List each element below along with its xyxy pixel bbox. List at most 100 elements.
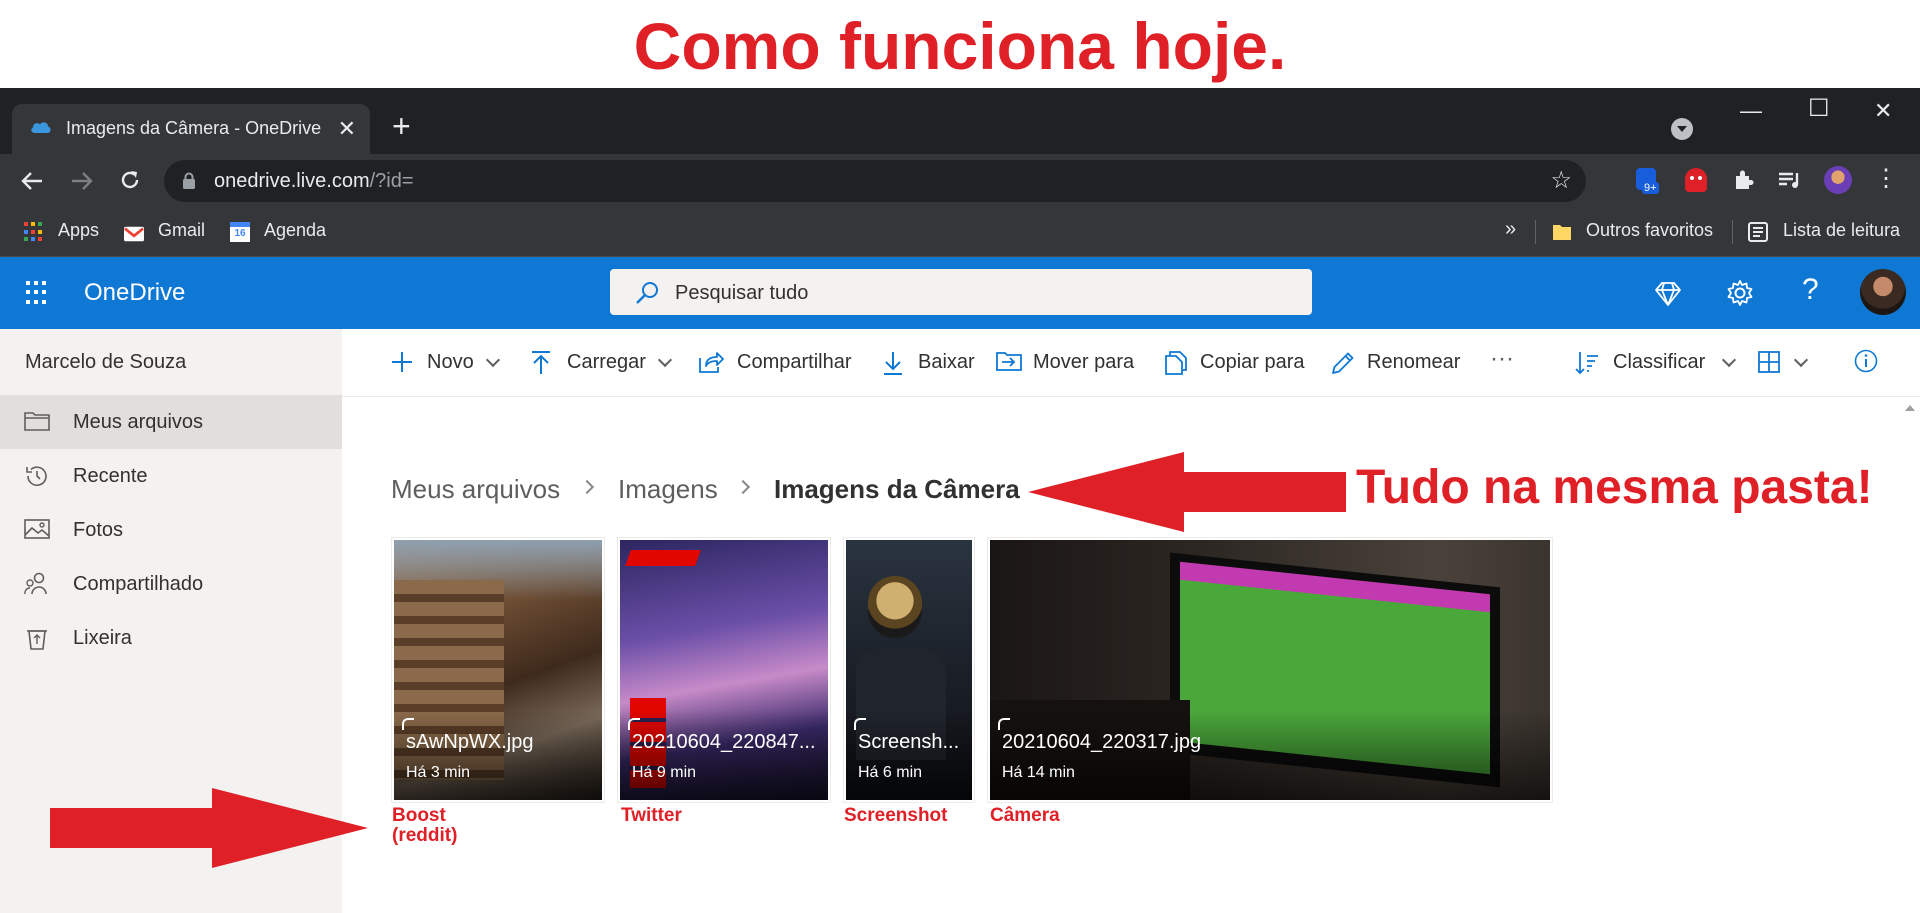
address-bar[interactable]: onedrive.live.com/?id= ☆ (164, 160, 1586, 202)
bookmark-star-icon[interactable]: ☆ (1550, 166, 1572, 195)
sync-spinner-icon (628, 718, 640, 730)
tab-search-dropdown-icon[interactable] (1671, 118, 1693, 140)
command-bar: Novo Carregar Compartilhar Baixar Mover … (342, 329, 1920, 397)
app-launcher-waffle-icon[interactable] (26, 281, 50, 305)
download-button[interactable]: Baixar (918, 351, 975, 374)
move-to-icon (996, 352, 1022, 371)
bookmark-agenda[interactable]: Agenda (264, 220, 326, 241)
breadcrumb-meus-arquivos[interactable]: Meus arquivos (391, 474, 560, 505)
extensions-puzzle-icon[interactable] (1730, 166, 1758, 194)
nav-item-fotos[interactable]: Fotos (0, 503, 342, 557)
share-icon (699, 352, 724, 373)
file-tile-20210604-220317[interactable]: 20210604_220317.jpg Há 14 min (988, 538, 1552, 802)
reload-icon[interactable] (118, 168, 142, 192)
browser-toolbar: onedrive.live.com/?id= ☆ 9+ ⋮ (0, 154, 1920, 208)
onedrive-brand[interactable]: OneDrive (84, 279, 185, 307)
nav-item-label: Compartilhado (73, 573, 204, 595)
onedrive-cloud-icon (31, 122, 51, 133)
file-modified: Há 6 min (858, 764, 923, 781)
apps-grid-icon (24, 222, 44, 242)
maximize-button[interactable]: ☐ (1808, 94, 1830, 123)
gmail-icon (124, 226, 144, 242)
upload-button[interactable]: Carregar (567, 351, 646, 374)
nav-item-compartilhado[interactable]: Compartilhado (0, 557, 342, 611)
annotation-note: Tudo na mesma pasta! (1356, 461, 1873, 514)
nav-item-label: Meus arquivos (73, 411, 204, 433)
photo-icon (24, 519, 50, 539)
history-icon (26, 466, 47, 486)
tag-line: (reddit) (392, 825, 458, 846)
info-icon[interactable] (1854, 349, 1878, 373)
copy-to-icon (1165, 351, 1187, 375)
breadcrumb-imagens[interactable]: Imagens (618, 474, 718, 505)
chevron-down-icon[interactable] (485, 352, 501, 368)
extension-bitwarden-icon[interactable]: 9+ (1634, 166, 1662, 194)
nav-item-lixeira[interactable]: Lixeira (0, 611, 342, 665)
nav-item-meus-arquivos[interactable]: Meus arquivos (0, 395, 342, 449)
nav-item-recente[interactable]: Recente (0, 449, 342, 503)
tile-shade (620, 710, 828, 800)
forward-arrow-icon[interactable] (70, 170, 94, 192)
tile-shade (394, 710, 602, 800)
more-bookmarks-chevron-icon[interactable]: » (1505, 218, 1516, 241)
view-tiles-icon[interactable] (1758, 351, 1780, 373)
new-tab-button[interactable]: + (392, 110, 411, 142)
breadcrumb-current-folder: Imagens da Câmera (774, 474, 1020, 504)
file-tile-sawnpwx[interactable]: sAwNpWX.jpg Há 3 min (392, 538, 604, 802)
annotation-tag-camera: Câmera (990, 805, 1060, 826)
breadcrumb-chevron-icon (735, 479, 751, 495)
recycle-bin-icon (27, 630, 47, 650)
sync-spinner-icon (998, 718, 1010, 730)
share-button[interactable]: Compartilhar (737, 351, 851, 374)
bookmark-gmail[interactable]: Gmail (158, 220, 205, 241)
bookmark-apps[interactable]: Apps (58, 220, 99, 241)
copy-to-button[interactable]: Copiar para (1200, 351, 1305, 374)
sync-spinner-icon (402, 718, 414, 730)
tab-close-icon[interactable]: ✕ (338, 116, 356, 142)
search-placeholder: Pesquisar tudo (675, 282, 809, 304)
bookmark-outros-favoritos[interactable]: Outros favoritos (1586, 220, 1713, 241)
file-name: Screensh... (858, 731, 960, 753)
new-button[interactable]: Novo (427, 351, 474, 374)
tag-line: Boost (392, 805, 446, 826)
minimize-button[interactable]: — (1740, 98, 1762, 124)
bookmark-lista-de-leitura[interactable]: Lista de leitura (1783, 220, 1900, 241)
back-arrow-icon[interactable] (20, 170, 44, 192)
bookmarks-divider (1732, 220, 1733, 244)
people-icon (24, 572, 47, 595)
scroll-up-icon[interactable] (1905, 405, 1915, 411)
premium-diamond-icon[interactable] (1654, 281, 1682, 307)
move-to-button[interactable]: Mover para (1033, 351, 1134, 374)
content-scrollbar[interactable] (1900, 397, 1920, 913)
file-tile-screenshot[interactable]: Screensh... Há 6 min (844, 538, 974, 802)
sort-button[interactable]: Classificar (1613, 351, 1705, 374)
annotation-arrow-left (1028, 452, 1346, 532)
close-window-button[interactable]: ✕ (1874, 98, 1892, 124)
file-modified: Há 14 min (1002, 764, 1075, 781)
browser-menu-icon[interactable]: ⋮ (1872, 166, 1900, 194)
file-modified: Há 3 min (406, 764, 471, 781)
annotation-headline: Como funciona hoje. (633, 9, 1287, 83)
chevron-down-icon[interactable] (1793, 352, 1809, 368)
more-actions-icon[interactable]: ··· (1490, 345, 1514, 373)
rename-button[interactable]: Renomear (1367, 351, 1460, 374)
profile-avatar[interactable] (1824, 166, 1852, 194)
user-avatar[interactable] (1860, 269, 1906, 315)
f1-logo (625, 550, 701, 566)
media-controls-icon[interactable] (1776, 166, 1804, 194)
search-input[interactable]: Pesquisar tudo (610, 269, 1312, 315)
chevron-down-icon[interactable] (657, 352, 673, 368)
nav-item-label: Lixeira (73, 627, 132, 649)
file-name: 20210604_220847... (632, 731, 816, 753)
help-icon[interactable]: ? (1802, 273, 1819, 307)
extension-ghost-icon[interactable] (1682, 166, 1710, 194)
file-tile-20210604-220847[interactable]: 20210604_220847... Há 9 min (618, 538, 830, 802)
chevron-down-icon[interactable] (1721, 352, 1737, 368)
annotation-arrow-right (50, 788, 368, 868)
lock-icon (183, 172, 195, 189)
reading-list-icon (1748, 222, 1768, 242)
settings-gear-icon[interactable] (1726, 279, 1754, 307)
screenshot-root: Como funciona hoje. Imagens da Câmera - … (0, 0, 1920, 913)
browser-tab[interactable]: Imagens da Câmera - OneDrive ✕ (12, 104, 370, 154)
account-name: Marcelo de Souza (25, 351, 187, 373)
